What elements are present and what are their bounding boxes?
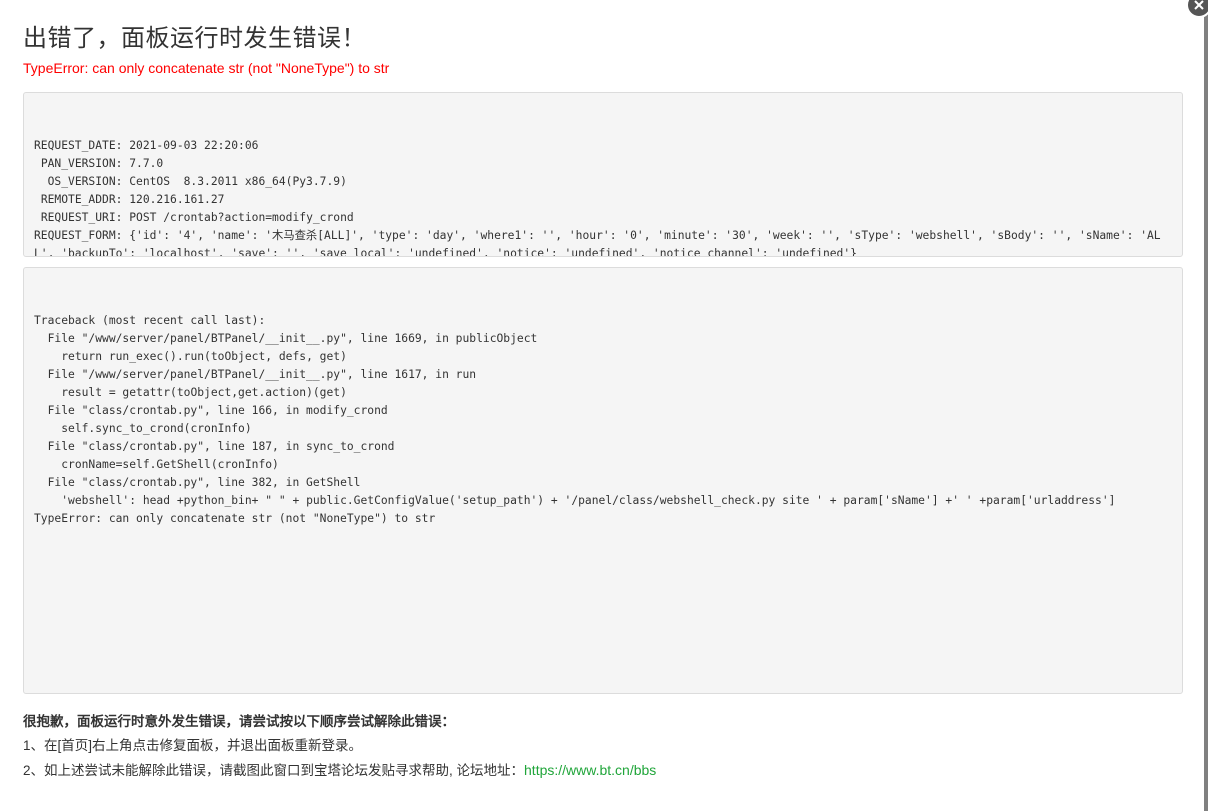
traceback-line: File "class/crontab.py", line 187, in sy… — [34, 440, 395, 453]
traceback-line: cronName=self.GetShell(cronInfo) — [34, 458, 279, 471]
request-info-line: REQUEST_URI: POST /crontab?action=modify… — [34, 211, 354, 224]
help-step-1: 1、在[首页]右上角点击修复面板，并退出面板重新登录。 — [23, 738, 363, 753]
help-section: 很抱歉，面板运行时意外发生错误，请尝试按以下顺序尝试解除此错误： 1、在[首页]… — [23, 710, 656, 783]
traceback-text: Traceback (most recent call last): File … — [34, 312, 1172, 528]
traceback-line: result = getattr(toObject,get.action)(ge… — [34, 386, 347, 399]
traceback-line: self.sync_to_crond(cronInfo) — [34, 422, 252, 435]
help-step-2-text: 2、如上述尝试未能解除此错误，请截图此窗口到宝塔论坛发贴寻求帮助, 论坛地址： — [23, 763, 525, 778]
error-dialog: 出错了，面板运行时发生错误！ TypeError: can only conca… — [0, 0, 1204, 811]
request-info-line: REQUEST_FORM: {'id': '4', 'name': '木马查杀[… — [34, 229, 1161, 257]
traceback-line: File "/www/server/panel/BTPanel/__init__… — [34, 332, 538, 345]
traceback-line: TypeError: can only concatenate str (not… — [34, 512, 436, 525]
request-info-box: REQUEST_DATE: 2021-09-03 22:20:06 PAN_VE… — [23, 92, 1183, 257]
request-info-line: OS_VERSION: CentOS 8.3.2011 x86_64(Py3.7… — [34, 175, 347, 188]
dialog-title: 出错了，面板运行时发生错误！ — [23, 24, 366, 52]
close-icon — [1194, 0, 1204, 10]
help-heading: 很抱歉，面板运行时意外发生错误，请尝试按以下顺序尝试解除此错误： — [23, 714, 455, 729]
request-info-line: PAN_VERSION: 7.7.0 — [34, 157, 164, 170]
traceback-line: Traceback (most recent call last): — [34, 314, 266, 327]
error-message: TypeError: can only concatenate str (not… — [23, 60, 390, 76]
request-info-line: REMOTE_ADDR: 120.216.161.27 — [34, 193, 225, 206]
traceback-box: Traceback (most recent call last): File … — [23, 267, 1183, 694]
traceback-line: return run_exec().run(toObject, defs, ge… — [34, 350, 347, 363]
traceback-line: 'webshell': head +python_bin+ " " + publ… — [34, 494, 1116, 507]
request-info-text: REQUEST_DATE: 2021-09-03 22:20:06 PAN_VE… — [34, 137, 1172, 257]
help-step-2: 2、如上述尝试未能解除此错误，请截图此窗口到宝塔论坛发贴寻求帮助, 论坛地址：h… — [23, 758, 656, 783]
request-info-line: REQUEST_DATE: 2021-09-03 22:20:06 — [34, 139, 259, 152]
traceback-line: File "class/crontab.py", line 382, in Ge… — [34, 476, 361, 489]
traceback-line: File "class/crontab.py", line 166, in mo… — [34, 404, 388, 417]
traceback-line: File "/www/server/panel/BTPanel/__init__… — [34, 368, 477, 381]
forum-link[interactable]: https://www.bt.cn/bbs — [524, 762, 656, 778]
